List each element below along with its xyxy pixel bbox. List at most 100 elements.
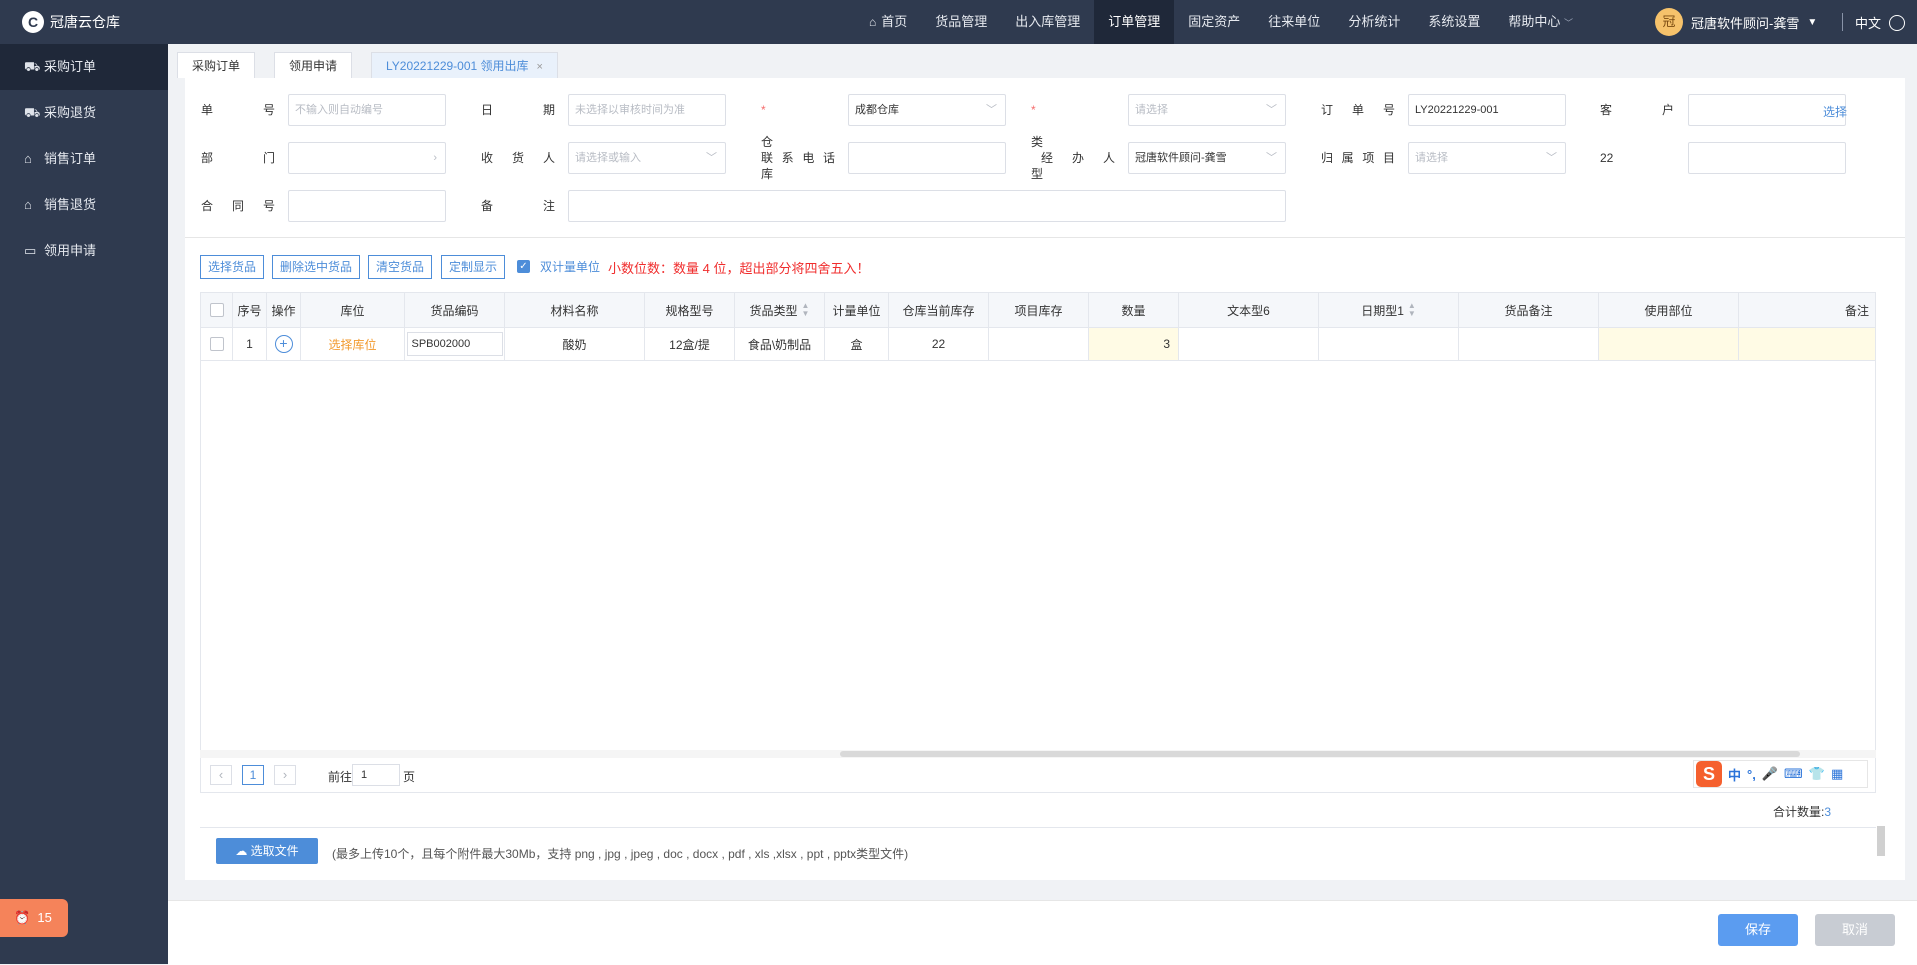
nav-analytics[interactable]: 分析统计: [1334, 0, 1414, 44]
quantity-input[interactable]: 3: [1089, 328, 1179, 360]
order-no-input[interactable]: LY20221229-001: [1408, 94, 1566, 126]
microphone-icon[interactable]: 🎤: [1762, 766, 1778, 782]
header-note: 备注: [1844, 303, 1869, 318]
department-select[interactable]: ›: [288, 142, 446, 174]
sidebar-item-purchase-order[interactable]: ⛟ 采购订单: [0, 44, 168, 90]
sidebar-item-label: 销售订单: [44, 151, 97, 166]
header-date1-label: 日期型1: [1361, 303, 1404, 318]
clear-goods-button[interactable]: 清空货品: [368, 255, 433, 279]
delete-selected-button[interactable]: 删除选中货品: [272, 255, 361, 279]
skin-icon[interactable]: 👕: [1809, 766, 1825, 782]
warehouse-select[interactable]: 成都仓库 ﹀: [848, 94, 1006, 126]
vertical-scrollbar[interactable]: [1877, 826, 1885, 856]
cell-goods-note[interactable]: [1459, 328, 1599, 360]
language-switch[interactable]: 中文: [1855, 13, 1906, 32]
footer-bar: [168, 900, 1917, 965]
sidebar-item-purchase-return[interactable]: ⛟ 采购退货: [0, 90, 168, 136]
decimal-warning: 小数位数：数量 4 位，超出部分将四舍五入！: [608, 261, 870, 276]
user-menu[interactable]: 冠 冠唐软件顾问-龚雪 ▼: [1655, 8, 1817, 36]
project-select[interactable]: 请选择 ﹀: [1408, 142, 1566, 174]
sort-icon[interactable]: ▲ ▼: [1408, 302, 1416, 318]
scroll-thumb[interactable]: [840, 751, 1800, 757]
receiver-select[interactable]: 请选择或输入 ﹀: [568, 142, 726, 174]
ime-chinese-icon[interactable]: 中: [1728, 765, 1741, 784]
sidebar-item-sales-return[interactable]: ⌂ 销售退货: [0, 182, 168, 228]
tab-bar: 采购订单 领用申请 LY20221229-001 领用出库 ×: [168, 44, 1917, 78]
upload-file-button[interactable]: ☁ 选取文件: [216, 838, 318, 864]
nav-assets[interactable]: 固定资产: [1174, 0, 1254, 44]
select-goods-button[interactable]: 选择货品: [200, 255, 265, 279]
ime-punct-icon[interactable]: °,: [1747, 767, 1756, 782]
header-select-all[interactable]: [201, 293, 233, 327]
custom-display-button[interactable]: 定制显示: [441, 255, 506, 279]
cancel-button[interactable]: 取消: [1815, 914, 1895, 946]
globe-icon: [1889, 14, 1906, 31]
alarm-icon: ⏰: [14, 910, 31, 925]
app-logo[interactable]: C 冠唐云仓库: [22, 11, 120, 33]
header-type[interactable]: 货品类型 ▲ ▼: [735, 293, 825, 327]
select-location-link[interactable]: 选择库位: [301, 328, 405, 360]
dual-unit-checkbox[interactable]: ✓: [517, 260, 530, 273]
cell-seq: 1: [233, 328, 267, 360]
horizontal-scrollbar[interactable]: [200, 750, 1876, 758]
sort-icon[interactable]: ▲ ▼: [802, 302, 810, 318]
label-guishuxiangmu: 归属项目: [1321, 151, 1395, 165]
keyboard-icon[interactable]: ⌨: [1784, 766, 1803, 782]
chevron-down-icon: ﹀: [986, 104, 997, 116]
cell-text6[interactable]: [1179, 328, 1319, 360]
nav-help[interactable]: 帮助中心 ﹀: [1494, 0, 1587, 44]
nav-goods[interactable]: 货品管理: [921, 0, 1001, 44]
cell-note[interactable]: [1739, 328, 1875, 360]
avatar: 冠: [1655, 8, 1683, 36]
nav-settings[interactable]: 系统设置: [1414, 0, 1494, 44]
upload-note: (最多上传10个，且每个附件最大30Mb，支持 png , jpg , jpeg…: [332, 847, 909, 861]
cell-date1[interactable]: [1319, 328, 1459, 360]
grid-icon[interactable]: ▦: [1831, 766, 1843, 782]
date-input[interactable]: 未选择以审核时间为准: [568, 94, 726, 126]
sidebar-item-requisition[interactable]: ▭ 领用申请: [0, 228, 168, 274]
tab-ly-outbound[interactable]: LY20221229-001 领用出库 ×: [371, 52, 558, 78]
checkbox[interactable]: [209, 303, 224, 317]
sidebar-item-label: 采购退货: [44, 105, 97, 120]
current-page[interactable]: 1: [242, 765, 264, 785]
add-row-icon[interactable]: +: [274, 335, 293, 353]
sidebar-item-label: 销售退货: [44, 197, 97, 212]
close-icon[interactable]: ×: [537, 61, 543, 73]
header-date1[interactable]: 日期型1 ▲ ▼: [1319, 293, 1459, 327]
nav-orders[interactable]: 订单管理: [1094, 0, 1175, 44]
summary-row: 合计数量:3: [200, 792, 1876, 828]
remark-input[interactable]: [568, 190, 1286, 222]
nav-home-label: 首页: [881, 14, 908, 29]
type-select[interactable]: 请选择 ﹀: [1128, 94, 1286, 126]
cell-use-part[interactable]: [1599, 328, 1739, 360]
nav-partners[interactable]: 往来单位: [1254, 0, 1334, 44]
row-select[interactable]: [201, 328, 233, 360]
tab-requisition[interactable]: 领用申请: [274, 52, 353, 78]
main-nav: ⌂ 首页 货品管理 出入库管理 订单管理 固定资产 往来单位 分析统计 系统设置 …: [855, 0, 1587, 44]
ime-toolbar[interactable]: S 中 °, 🎤 ⌨ 👕 ▦: [1693, 760, 1868, 788]
tab-purchase-order[interactable]: 采购订单: [177, 52, 256, 78]
goto-page-input[interactable]: 1: [352, 764, 400, 786]
goods-code-input[interactable]: SPB002000: [406, 332, 503, 356]
checkbox[interactable]: [209, 337, 224, 351]
next-page-button[interactable]: ›: [274, 765, 296, 785]
cell-type: 食品\奶制品: [735, 328, 825, 360]
table-row: 1 + 选择库位 SPB002000 酸奶 12盒/提 食品\奶制品 盒 22 …: [201, 328, 1875, 361]
phone-input[interactable]: [848, 142, 1006, 174]
sidebar-item-sales-order[interactable]: ⌂ 销售订单: [0, 136, 168, 182]
label-shouhuoren: 收货人: [481, 151, 555, 165]
app-title: 冠唐云仓库: [50, 14, 120, 30]
prev-page-button[interactable]: ‹: [210, 765, 232, 785]
ime-logo-icon[interactable]: S: [1696, 761, 1722, 787]
sidebar: ⛟ 采购订单 ⛟ 采购退货 ⌂ 销售订单 ⌂ 销售退货 ▭ 领用申请: [0, 44, 168, 964]
handler-select[interactable]: 冠唐软件顾问-龚雪 ﹀: [1128, 142, 1286, 174]
order-number-input[interactable]: 不输入则自动编号: [288, 94, 446, 126]
save-button[interactable]: 保存: [1718, 914, 1798, 946]
notification-badge[interactable]: ⏰ 15: [0, 899, 68, 937]
nav-home[interactable]: ⌂ 首页: [855, 0, 921, 44]
field-22-input[interactable]: [1688, 142, 1846, 174]
select-customer-link[interactable]: 选择: [1823, 103, 1847, 120]
header-code: 货品编码: [405, 293, 505, 327]
nav-inout[interactable]: 出入库管理: [1001, 0, 1094, 44]
contract-input[interactable]: [288, 190, 446, 222]
